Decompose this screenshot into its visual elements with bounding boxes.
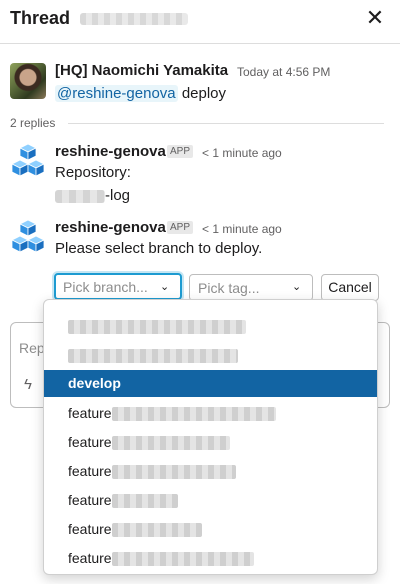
tag-select-placeholder: Pick tag...	[198, 280, 260, 296]
branch-name-redacted	[68, 349, 238, 364]
branch-select[interactable]: Pick branch... ⌄	[54, 273, 182, 300]
menu-item-label: feature	[68, 463, 112, 479]
reply-line-repository: Repository:	[55, 164, 131, 181]
repo-name-suffix: -log	[105, 187, 131, 204]
menu-item-branch[interactable]	[44, 313, 377, 340]
message-text: deploy	[181, 85, 227, 102]
tag-select[interactable]: Pick tag... ⌄	[189, 274, 313, 301]
repo-name-redacted	[55, 189, 105, 203]
cancel-button[interactable]: Cancel	[321, 274, 379, 301]
branch-dropdown-menu: develop feature feature feature feature …	[43, 299, 378, 575]
menu-item-feature[interactable]: feature	[44, 487, 377, 514]
channel-name-redacted	[80, 13, 188, 25]
reply-line-repo-name: -log	[55, 187, 130, 204]
menu-item-feature[interactable]: feature	[44, 458, 377, 485]
reply-timestamp[interactable]: < 1 minute ago	[202, 146, 282, 160]
branch-select-placeholder: Pick branch...	[63, 279, 148, 295]
menu-item-feature[interactable]: feature	[44, 400, 377, 427]
divider	[68, 123, 384, 124]
menu-item-label: feature	[68, 550, 112, 566]
app-avatar-icon[interactable]	[10, 219, 46, 255]
menu-item-label: feature	[68, 492, 112, 508]
app-badge: APP	[167, 221, 194, 234]
user-mention[interactable]: @reshine-genova	[55, 85, 178, 102]
branch-name-redacted	[111, 465, 236, 480]
menu-item-label: develop	[68, 375, 121, 391]
menu-item-label: feature	[68, 521, 112, 537]
thread-header: Thread ✕	[0, 0, 400, 44]
chevron-down-icon: ⌄	[160, 281, 170, 293]
reply-author[interactable]: reshine-genova	[55, 143, 166, 160]
close-icon[interactable]: ✕	[364, 7, 386, 29]
branch-name-redacted	[111, 407, 276, 422]
menu-item-feature[interactable]: feature	[44, 545, 377, 572]
menu-item-feature[interactable]: feature	[44, 429, 377, 456]
branch-name-redacted	[68, 320, 246, 335]
menu-item-feature[interactable]: feature	[44, 516, 377, 543]
branch-name-redacted	[111, 494, 178, 509]
message-timestamp[interactable]: Today at 4:56 PM	[237, 65, 330, 79]
replies-count: 2 replies	[10, 116, 56, 130]
avatar[interactable]	[10, 63, 46, 99]
branch-name-redacted	[111, 552, 254, 567]
message-author[interactable]: [HQ] Naomichi Yamakita	[55, 62, 228, 79]
chevron-down-icon: ⌄	[292, 281, 302, 293]
menu-item-label: feature	[68, 434, 112, 450]
lightning-icon[interactable]: ϟ	[24, 376, 32, 393]
reply-timestamp[interactable]: < 1 minute ago	[202, 222, 282, 236]
composer-placeholder: Rep	[19, 340, 45, 356]
menu-item-develop[interactable]: develop	[44, 370, 377, 397]
menu-item-label: feature	[68, 405, 112, 421]
reply-author[interactable]: reshine-genova	[55, 219, 166, 236]
branch-name-redacted	[111, 523, 202, 538]
branch-name-redacted	[111, 436, 230, 451]
thread-title: Thread	[10, 8, 71, 28]
app-avatar-icon[interactable]	[10, 143, 46, 179]
message-body: @reshine-genova deploy	[55, 85, 226, 102]
reply-text: Please select branch to deploy.	[55, 240, 263, 257]
menu-item-branch[interactable]	[44, 342, 377, 369]
app-badge: APP	[167, 145, 194, 158]
